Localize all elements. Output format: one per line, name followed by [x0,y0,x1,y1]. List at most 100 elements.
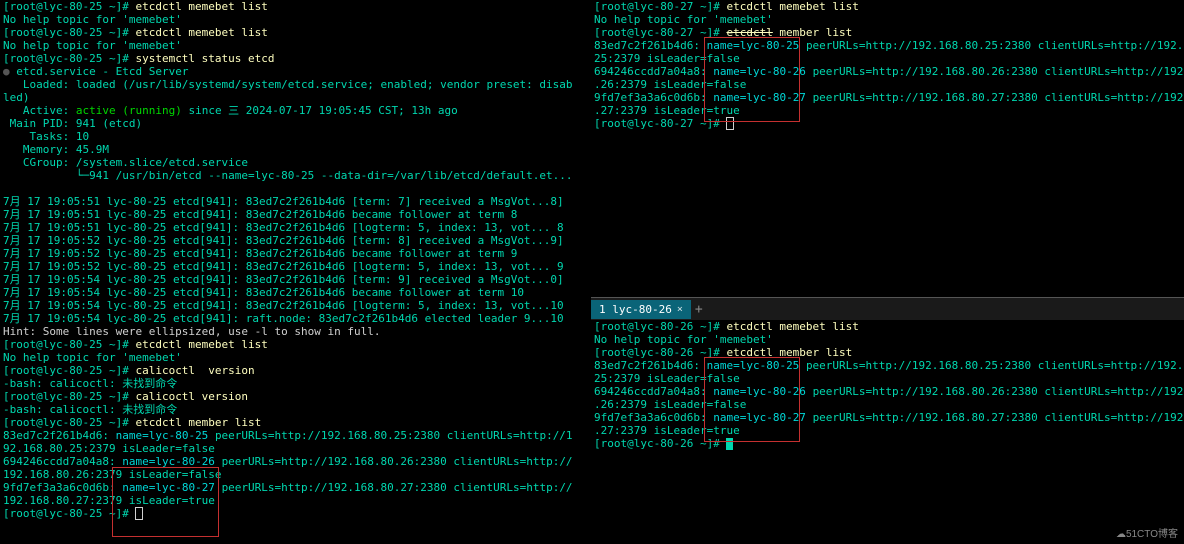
prompt: [root@lyc-80-25 ~]# [3,338,135,351]
prompt: [root@lyc-80-27 ~]# [594,117,726,130]
log-line: 7月 17 19:05:54 lyc-80-25 etcd[941]: 83ed… [3,299,588,312]
prompt: [root@lyc-80-25 ~]# [3,416,135,429]
member-name: name=lyc-80-26 [713,65,812,78]
command: etcdctl [726,346,772,359]
prompt: [root@lyc-80-26 ~]# [594,437,726,450]
prompt: [root@lyc-80-26 ~]# [594,320,726,333]
member-name: name=lyc-80-25 [707,359,806,372]
member-id: 694246ccdd7a04a8: [594,65,713,78]
command: member list [773,346,852,359]
prompt: [root@lyc-80-25 ~]# [3,26,135,39]
command: calicoctl version [135,364,254,377]
member-urls: peerURLs=http://192.168.80.27:2380 clien… [813,411,1184,424]
member-urls: 25:2379 isLeader=false [594,372,1181,385]
member-id: 83ed7c2f261b4d6: [594,39,707,52]
output: No help topic for 'memebet' [594,333,1181,346]
prompt: [root@lyc-80-25 ~]# [3,52,135,65]
prompt: [root@lyc-80-27 ~]# [594,0,726,13]
output: No help topic for 'memebet' [3,39,588,52]
command: etcdctl member list [135,416,261,429]
cursor-icon [726,438,733,450]
log-line: 7月 17 19:05:54 lyc-80-25 etcd[941]: 83ed… [3,273,588,286]
command: systemctl status etcd [135,52,274,65]
command-strike: etcdctl [726,26,772,39]
output: etcd.service - Etcd Server [16,65,188,78]
member-id: 694246ccdd7a04a8: [594,385,713,398]
status-active: active (running) [76,104,182,117]
hint-line: Hint: Some lines were ellipsized, use -l… [3,325,588,338]
cursor-icon [726,117,734,130]
log-line: 7月 17 19:05:52 lyc-80-25 etcd[941]: 83ed… [3,234,588,247]
member-id: 83ed7c2f261b4d6: [594,359,707,372]
command: etcdctl memebet list [726,0,858,13]
member-urls: peerURLs=http://192.168.80.26:2380 clien… [813,65,1184,78]
member-urls: .26:2379 isLeader=false [594,398,1181,411]
member-urls: 25:2379 isLeader=false [594,52,1181,65]
member-urls: 92.168.80.25:2379 [3,442,116,455]
command: member list [773,26,852,39]
log-line: 7月 17 19:05:51 lyc-80-25 etcd[941]: 83ed… [3,208,588,221]
cursor-icon [135,507,143,520]
output: Active: [3,104,76,117]
prompt: [root@lyc-80-25 ~]# [3,0,135,13]
prompt: [root@lyc-80-27 ~]# [594,26,726,39]
member-name: name=lyc-80-27 [713,91,812,104]
output: -bash: calicoctl: 未找到命令 [3,377,588,390]
output: CGroup: /system.slice/etcd.service [3,156,588,169]
log-line: 7月 17 19:05:54 lyc-80-25 etcd[941]: 83ed… [3,286,588,299]
member-id: 9fd7ef3a3a6c0d6b: [594,411,713,424]
output: Loaded: loaded (/usr/lib/systemd/system/… [3,78,588,91]
log-line: 7月 17 19:05:52 lyc-80-25 etcd[941]: 83ed… [3,247,588,260]
terminal-pane-bottom-right[interactable]: 1 lyc-80-26 × + [root@lyc-80-26 ~]# etcdc… [591,298,1184,544]
output: No help topic for 'memebet' [594,13,1181,26]
member-name: name=lyc-80-27 [122,481,221,494]
terminal-pane-top-right[interactable]: [root@lyc-80-27 ~]# etcdctl memebet list… [591,0,1184,298]
tab-label: 1 lyc-80-26 [599,303,672,316]
member-id: 694246ccdd7a04a8: [3,455,122,468]
member-name: name=lyc-80-26 [122,455,221,468]
member-urls: .27:2379 isLeader=true [594,104,1181,117]
bullet-icon: ● [3,65,16,78]
command: etcdctl memebet list [135,0,267,13]
member-urls: .27:2379 isLeader=true [594,424,1181,437]
member-id: 83ed7c2f261b4d6: [3,429,116,442]
prompt: [root@lyc-80-25 ~]# [3,390,135,403]
member-urls: .26:2379 isLeader=false [594,78,1181,91]
prompt: [root@lyc-80-25 ~]# [3,364,135,377]
tab-lyc-80-26[interactable]: 1 lyc-80-26 × [591,300,691,319]
member-id: 9fd7ef3a3a6c0d6b: [3,481,122,494]
member-id: 9fd7ef3a3a6c0d6b: [594,91,713,104]
output: Main PID: 941 (etcd) [3,117,588,130]
terminal-pane-left[interactable]: [root@lyc-80-25 ~]# etcdctl memebet list… [0,0,592,544]
close-icon[interactable]: × [677,303,683,316]
output: No help topic for 'memebet' [3,351,588,364]
member-name: name=lyc-80-27 [713,411,812,424]
command: calicoctl version [135,390,248,403]
output: Memory: 45.9M [3,143,588,156]
output: └─941 /usr/bin/etcd --name=lyc-80-25 --d… [3,169,588,182]
command: etcdctl memebet list [135,338,267,351]
output: since 三 2024-07-17 19:05:45 CST; 13h ago [182,104,458,117]
member-urls: peerURLs=http://192.168.80.27:2380 clien… [222,481,573,494]
log-line: 7月 17 19:05:51 lyc-80-25 etcd[941]: 83ed… [3,221,588,234]
tab-bar: 1 lyc-80-26 × + [591,298,1184,320]
member-urls: peerURLs=http://192.168.80.26:2380 clien… [222,455,573,468]
log-line: 7月 17 19:05:51 lyc-80-25 etcd[941]: 83ed… [3,195,588,208]
watermark: ☁51CTO博客 [1116,528,1178,541]
member-name: name=lyc-80-25 [707,39,806,52]
member-urls: 192.168.80.26:2379 isLeader=false [3,468,588,481]
member-name: name=lyc-80-26 [713,385,812,398]
member-urls: peerURLs=http://192.168.80.26:2380 clien… [813,385,1184,398]
add-tab-icon[interactable]: + [695,303,703,316]
prompt: [root@lyc-80-25 ~]# [3,507,135,520]
command: etcdctl memebet list [726,320,858,333]
output: Tasks: 10 [3,130,588,143]
member-urls: peerURLs=http://192.168.80.27:2380 clien… [813,91,1184,104]
member-name: name=lyc-80-25 [116,429,215,442]
output: led) [3,91,588,104]
blank-line [3,182,588,195]
command: etcdctl memebet list [135,26,267,39]
member-urls: peerURLs=http://192.168.80.25:2380 clien… [806,39,1184,52]
member-urls: peerURLs=http://192.168.80.25:2380 clien… [806,359,1184,372]
member-urls: 192.168.80.27:2379 isLeader=true [3,494,588,507]
